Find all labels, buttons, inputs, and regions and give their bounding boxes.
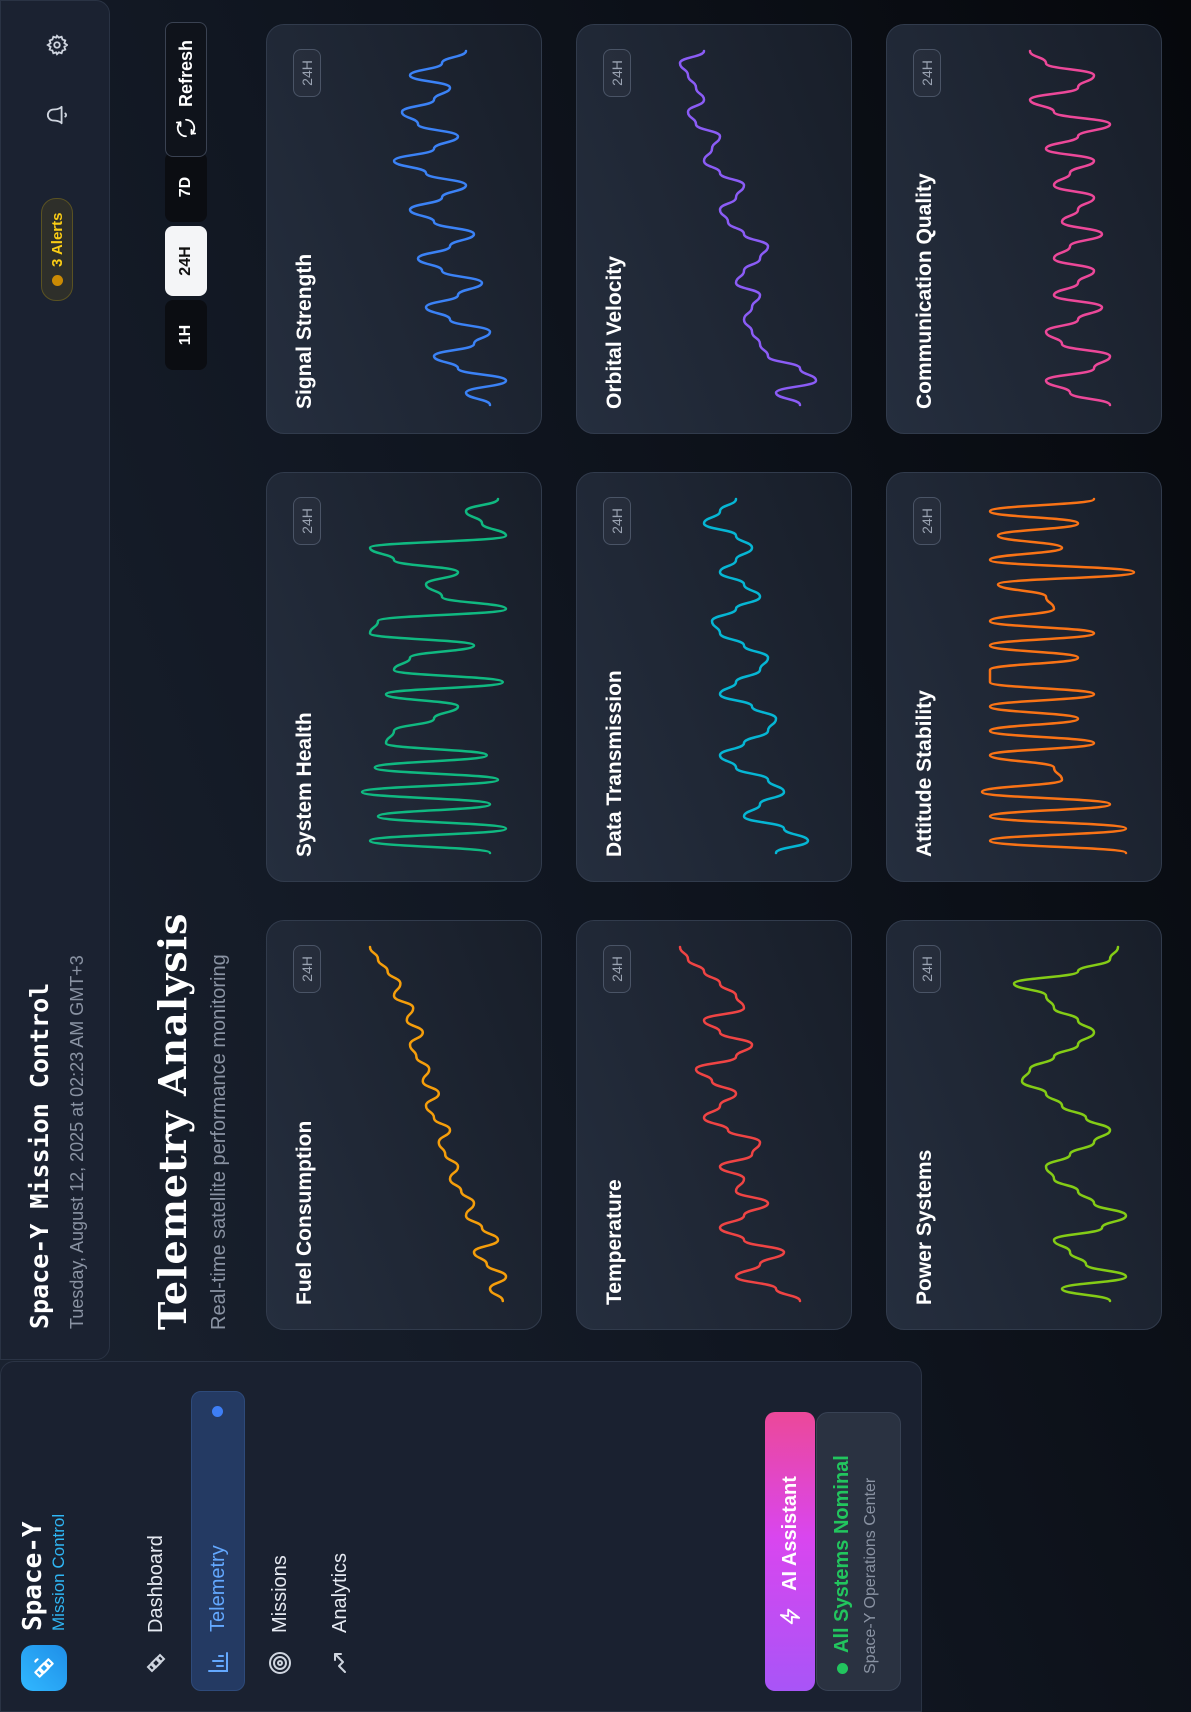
lightning-icon	[779, 1605, 801, 1627]
refresh-button[interactable]: Refresh	[165, 22, 207, 157]
page-title: Telemetry Analysis	[150, 912, 195, 1330]
trending-up-icon	[326, 1649, 354, 1677]
refresh-icon	[175, 117, 197, 139]
sparkline-chart	[678, 945, 802, 1303]
range-7d-button[interactable]: 7D	[165, 152, 207, 222]
page-subtitle: Real-time satellite performance monitori…	[208, 954, 230, 1330]
status-dot	[837, 1663, 848, 1674]
sparkline-series-line	[980, 497, 1136, 855]
telemetry-card[interactable]: Orbital Velocity 24H	[576, 24, 852, 434]
refresh-label: Refresh	[175, 39, 196, 108]
telemetry-card[interactable]: System Health 24H	[266, 472, 542, 882]
telemetry-card[interactable]: Fuel Consumption 24H	[266, 920, 542, 1330]
target-icon	[266, 1649, 294, 1677]
sparkline-chart	[702, 497, 810, 855]
sparkline-series-line	[1028, 49, 1112, 407]
sidebar-item-missions[interactable]: Missions	[255, 1391, 305, 1691]
sidebar-nav: Dashboard Telemetry Missions Analytics	[131, 1391, 375, 1691]
sidebar-item-analytics[interactable]: Analytics	[315, 1391, 365, 1691]
telemetry-card[interactable]: Signal Strength 24H	[266, 24, 542, 434]
brand-subtitle: Mission Control	[49, 1513, 68, 1631]
status-subtext: Space-Y Operations Center	[862, 1477, 879, 1674]
range-1h-button[interactable]: 1H	[165, 300, 207, 370]
sparkline-series-line	[702, 497, 810, 855]
brand-name: Space-Y	[18, 1521, 48, 1631]
sparkline-series-line	[678, 945, 802, 1303]
sparkline-chart	[980, 497, 1136, 855]
sparkline-chart	[368, 945, 508, 1303]
satellite-logo-icon	[21, 1645, 67, 1691]
sparkline-chart	[678, 49, 818, 407]
time-range-selector: 1H 24H 7D	[165, 148, 207, 370]
sidebar-item-label: Dashboard	[144, 1535, 167, 1633]
sparkline-series-line	[392, 49, 508, 407]
alerts-label: 3 Alerts	[48, 212, 66, 267]
status-text: All Systems Nominal	[831, 1455, 853, 1653]
sparkline-chart	[360, 497, 508, 855]
sidebar-item-label: Telemetry	[206, 1545, 229, 1632]
top-header: Space-Y Mission Control Tuesday, August …	[0, 0, 110, 1360]
bar-chart-icon	[204, 1648, 232, 1676]
alerts-badge[interactable]: 3 Alerts	[41, 197, 73, 301]
telemetry-card[interactable]: Temperature 24H	[576, 920, 852, 1330]
sparkline-chart	[1028, 49, 1112, 407]
brand[interactable]: Space-Y Mission Control	[18, 1513, 69, 1691]
telemetry-card[interactable]: Communication Quality 24H	[886, 24, 1162, 434]
ai-assistant-label: AI Assistant	[778, 1476, 801, 1591]
gear-icon[interactable]	[43, 31, 71, 59]
sparkline-chart	[1012, 945, 1128, 1303]
satellite-icon	[142, 1649, 170, 1677]
sparkline-series-line	[678, 49, 818, 407]
sidebar-item-label: Missions	[268, 1555, 291, 1633]
system-status-card: All Systems Nominal Space-Y Operations C…	[816, 1412, 901, 1691]
sparkline-series-line	[368, 945, 508, 1303]
range-24h-button[interactable]: 24H	[165, 226, 207, 296]
sidebar: Space-Y Mission Control Dashboard Teleme…	[0, 1361, 922, 1712]
telemetry-card[interactable]: Power Systems 24H	[886, 920, 1162, 1330]
alert-dot	[51, 275, 63, 286]
bell-icon[interactable]	[43, 101, 71, 129]
sparkline-series-line	[360, 497, 508, 855]
header-date: Tuesday, August 12, 2025 at 02:23 AM GMT…	[67, 955, 87, 1329]
sidebar-item-label: Analytics	[328, 1552, 351, 1633]
app-stage: Space-Y Mission Control Dashboard Teleme…	[0, 0, 1191, 1712]
sparkline-chart	[392, 49, 508, 407]
header-title: Space-Y Mission Control	[25, 982, 54, 1329]
sparkline-series-line	[1012, 945, 1128, 1303]
ai-assistant-button[interactable]: AI Assistant	[765, 1412, 815, 1691]
sidebar-item-dashboard[interactable]: Dashboard	[131, 1391, 181, 1691]
telemetry-card[interactable]: Data Transmission 24H	[576, 472, 852, 882]
active-indicator-dot	[212, 1406, 223, 1417]
telemetry-card[interactable]: Attitude Stability 24H	[886, 472, 1162, 882]
sidebar-item-telemetry[interactable]: Telemetry	[191, 1391, 245, 1691]
